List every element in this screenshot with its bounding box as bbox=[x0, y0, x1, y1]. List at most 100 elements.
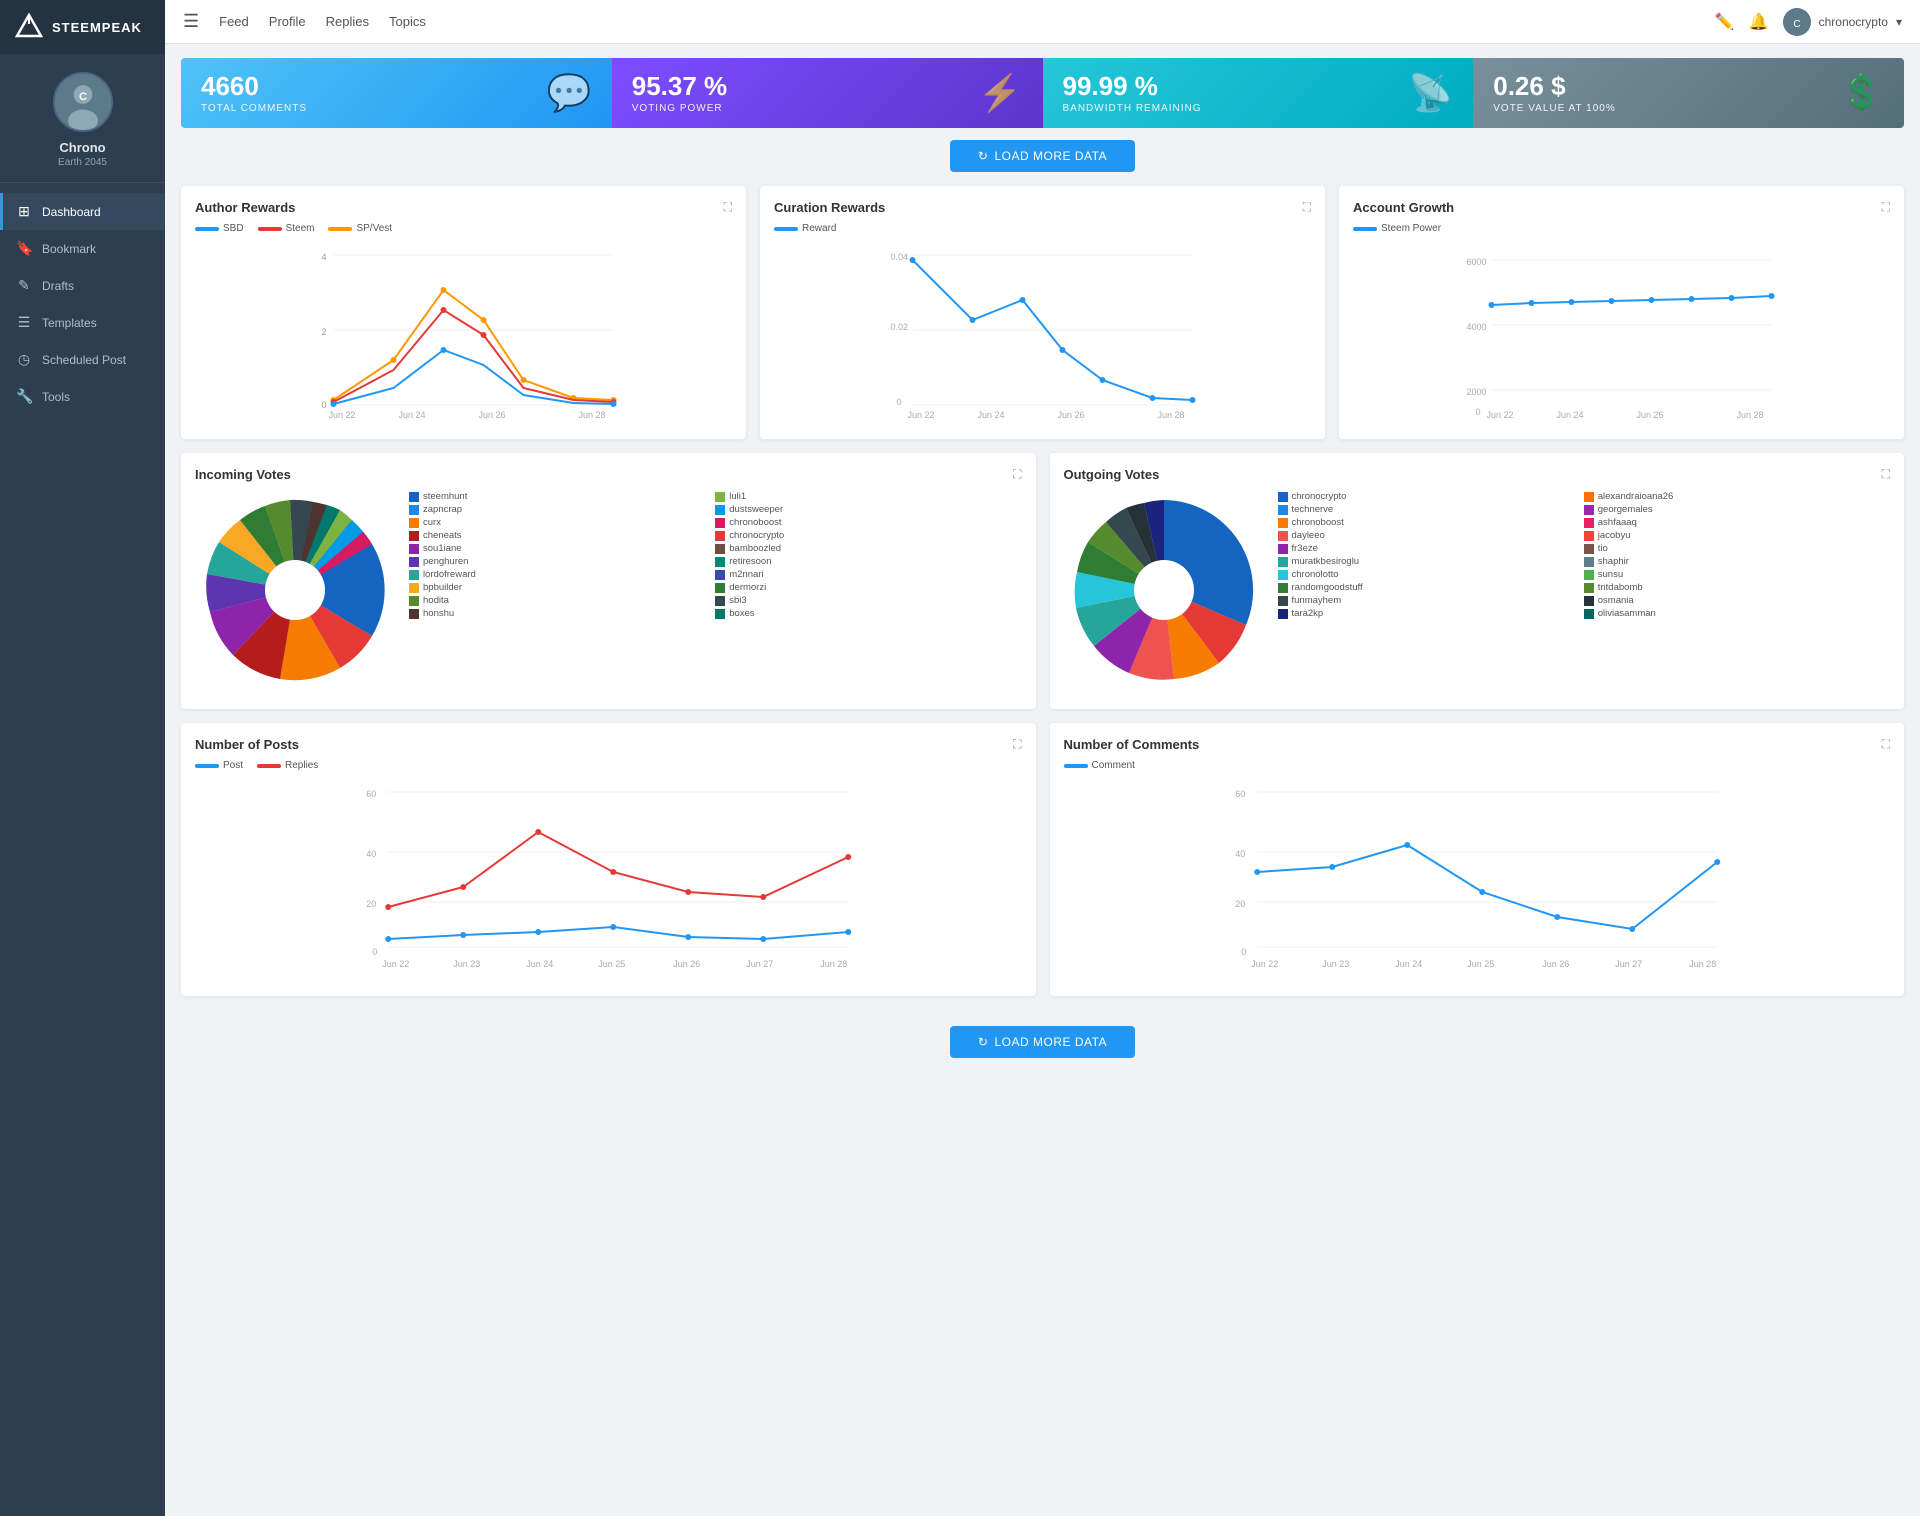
sidebar-item-drafts[interactable]: ✎ Drafts bbox=[0, 267, 165, 304]
sidebar-item-bookmark[interactable]: 🔖 Bookmark bbox=[0, 230, 165, 267]
expand-icon[interactable]: ⛶ bbox=[1882, 200, 1890, 215]
sidebar-item-label: Scheduled Post bbox=[42, 353, 126, 367]
nav-link-topics[interactable]: Topics bbox=[389, 14, 426, 29]
incoming-votes-pie bbox=[195, 490, 395, 695]
tools-icon: 🔧 bbox=[16, 388, 32, 405]
stat-label-comments: TOTAL COMMENTS bbox=[201, 103, 307, 114]
comments-icon: 💬 bbox=[547, 72, 592, 114]
stat-total-comments: 4660 TOTAL COMMENTS 💬 bbox=[181, 58, 612, 128]
outgoing-votes-legend: chronocrypto alexandraioana26 technerve … bbox=[1278, 490, 1891, 620]
dashboard-content: 4660 TOTAL COMMENTS 💬 95.37 % VOTING POW… bbox=[165, 44, 1920, 1516]
bandwidth-icon: 📡 bbox=[1408, 72, 1453, 114]
bottom-charts-grid: Number of Posts ⛶ Post Replies 60 40 20 … bbox=[181, 723, 1904, 996]
svg-text:Jun 24: Jun 24 bbox=[399, 410, 426, 420]
sidebar: STEEMPEAK C Chrono Earth 2045 ⊞ Dashboar… bbox=[0, 0, 165, 1516]
sidebar-item-dashboard[interactable]: ⊞ Dashboard bbox=[0, 193, 165, 230]
author-rewards-title: Author Rewards bbox=[195, 200, 295, 215]
svg-text:0: 0 bbox=[1476, 407, 1481, 417]
sidebar-item-label: Drafts bbox=[42, 279, 74, 293]
svg-text:20: 20 bbox=[366, 899, 376, 909]
topnav-links: Feed Profile Replies Topics bbox=[219, 14, 426, 29]
stats-bar: 4660 TOTAL COMMENTS 💬 95.37 % VOTING POW… bbox=[181, 58, 1904, 128]
svg-text:60: 60 bbox=[366, 789, 376, 799]
svg-text:Jun 22: Jun 22 bbox=[1251, 959, 1278, 969]
stat-value-comments: 4660 bbox=[201, 73, 307, 99]
number-of-comments-card: Number of Comments ⛶ Comment 60 40 20 0 bbox=[1050, 723, 1905, 996]
author-rewards-card: Author Rewards ⛶ SBD Steem SP/Vest 4 2 0 bbox=[181, 186, 746, 439]
avatar: C bbox=[53, 72, 113, 132]
refresh-icon: ↻ bbox=[978, 149, 989, 163]
number-of-comments-legend: Comment bbox=[1064, 760, 1891, 771]
svg-text:0: 0 bbox=[897, 397, 902, 407]
load-more-bar: ↻ LOAD MORE DATA bbox=[181, 140, 1904, 172]
expand-icon[interactable]: ⛶ bbox=[1882, 737, 1890, 752]
edit-icon[interactable]: ✏️ bbox=[1715, 12, 1735, 32]
svg-text:Jun 24: Jun 24 bbox=[1557, 410, 1584, 420]
account-growth-title: Account Growth bbox=[1353, 200, 1454, 215]
notification-icon[interactable]: 🔔 bbox=[1749, 12, 1769, 32]
curation-rewards-legend: Reward bbox=[774, 223, 1311, 234]
expand-icon[interactable]: ⛶ bbox=[1303, 200, 1311, 215]
drafts-icon: ✎ bbox=[16, 277, 32, 294]
svg-text:C: C bbox=[1793, 19, 1800, 30]
svg-text:4000: 4000 bbox=[1467, 322, 1487, 332]
top-charts-grid: Author Rewards ⛶ SBD Steem SP/Vest 4 2 0 bbox=[181, 186, 1904, 439]
incoming-votes-card: Incoming Votes ⛶ bbox=[181, 453, 1036, 709]
svg-text:Jun 28: Jun 28 bbox=[579, 410, 606, 420]
svg-text:2: 2 bbox=[322, 327, 327, 337]
votes-charts-grid: Incoming Votes ⛶ bbox=[181, 453, 1904, 709]
expand-icon[interactable]: ⛶ bbox=[1882, 467, 1890, 482]
expand-icon[interactable]: ⛶ bbox=[1013, 737, 1021, 752]
svg-text:Jun 26: Jun 26 bbox=[479, 410, 506, 420]
outgoing-votes-card: Outgoing Votes ⛶ bbox=[1050, 453, 1905, 709]
nav-link-feed[interactable]: Feed bbox=[219, 14, 249, 29]
account-growth-legend: Steem Power bbox=[1353, 223, 1890, 234]
load-more-button[interactable]: ↻ LOAD MORE DATA bbox=[950, 140, 1135, 172]
svg-text:60: 60 bbox=[1235, 789, 1245, 799]
sidebar-item-scheduled-post[interactable]: ◷ Scheduled Post bbox=[0, 341, 165, 378]
svg-text:Jun 26: Jun 26 bbox=[1542, 959, 1569, 969]
expand-icon[interactable]: ⛶ bbox=[724, 200, 732, 215]
footer-load-more: ↻ LOAD MORE DATA bbox=[181, 1010, 1904, 1066]
stat-value-bandwidth: 99.99 % bbox=[1063, 73, 1202, 99]
svg-text:Jun 26: Jun 26 bbox=[1637, 410, 1664, 420]
topnav-username: chronocrypto bbox=[1819, 15, 1888, 29]
nav-link-replies[interactable]: Replies bbox=[326, 14, 369, 29]
hamburger-menu[interactable]: ☰ bbox=[183, 11, 199, 32]
main-content: ☰ Feed Profile Replies Topics ✏️ 🔔 C chr… bbox=[165, 0, 1920, 1516]
author-rewards-legend: SBD Steem SP/Vest bbox=[195, 223, 732, 234]
incoming-votes-title: Incoming Votes bbox=[195, 467, 291, 482]
user-menu[interactable]: C chronocrypto ▾ bbox=[1783, 8, 1902, 36]
topnav-right: ✏️ 🔔 C chronocrypto ▾ bbox=[1715, 8, 1902, 36]
svg-text:Jun 25: Jun 25 bbox=[1467, 959, 1494, 969]
svg-text:6000: 6000 bbox=[1467, 257, 1487, 267]
svg-text:0.02: 0.02 bbox=[891, 322, 909, 332]
footer-load-more-button[interactable]: ↻ LOAD MORE DATA bbox=[950, 1026, 1135, 1058]
outgoing-votes-pie bbox=[1064, 490, 1264, 695]
stat-vote-value: 0.26 $ VOTE VALUE AT 100% 💲 bbox=[1473, 58, 1904, 128]
stat-bandwidth: 99.99 % BANDWIDTH REMAINING 📡 bbox=[1043, 58, 1474, 128]
number-of-posts-card: Number of Posts ⛶ Post Replies 60 40 20 … bbox=[181, 723, 1036, 996]
number-of-posts-legend: Post Replies bbox=[195, 760, 1022, 771]
expand-icon[interactable]: ⛶ bbox=[1013, 467, 1021, 482]
sidebar-nav: ⊞ Dashboard 🔖 Bookmark ✎ Drafts ☰ Templa… bbox=[0, 183, 165, 1516]
stat-label-voting: VOTING POWER bbox=[632, 103, 727, 114]
svg-text:0: 0 bbox=[322, 400, 327, 410]
sidebar-item-tools[interactable]: 🔧 Tools bbox=[0, 378, 165, 415]
svg-text:Jun 28: Jun 28 bbox=[1689, 959, 1716, 969]
nav-link-profile[interactable]: Profile bbox=[269, 14, 306, 29]
svg-text:Jun 24: Jun 24 bbox=[526, 959, 553, 969]
stat-value-vote: 0.26 $ bbox=[1493, 73, 1616, 99]
svg-text:Jun 24: Jun 24 bbox=[1395, 959, 1422, 969]
curation-rewards-card: Curation Rewards ⛶ Reward 0.04 0.02 0 bbox=[760, 186, 1325, 439]
svg-text:0: 0 bbox=[1241, 947, 1246, 957]
sidebar-item-templates[interactable]: ☰ Templates bbox=[0, 304, 165, 341]
svg-text:0: 0 bbox=[372, 947, 377, 957]
svg-text:Jun 24: Jun 24 bbox=[978, 410, 1005, 420]
topnav: ☰ Feed Profile Replies Topics ✏️ 🔔 C chr… bbox=[165, 0, 1920, 44]
curation-rewards-title: Curation Rewards bbox=[774, 200, 885, 215]
svg-text:Jun 28: Jun 28 bbox=[820, 959, 847, 969]
svg-text:Jun 23: Jun 23 bbox=[453, 959, 480, 969]
svg-text:4: 4 bbox=[322, 252, 327, 262]
svg-text:0.04: 0.04 bbox=[891, 252, 909, 262]
